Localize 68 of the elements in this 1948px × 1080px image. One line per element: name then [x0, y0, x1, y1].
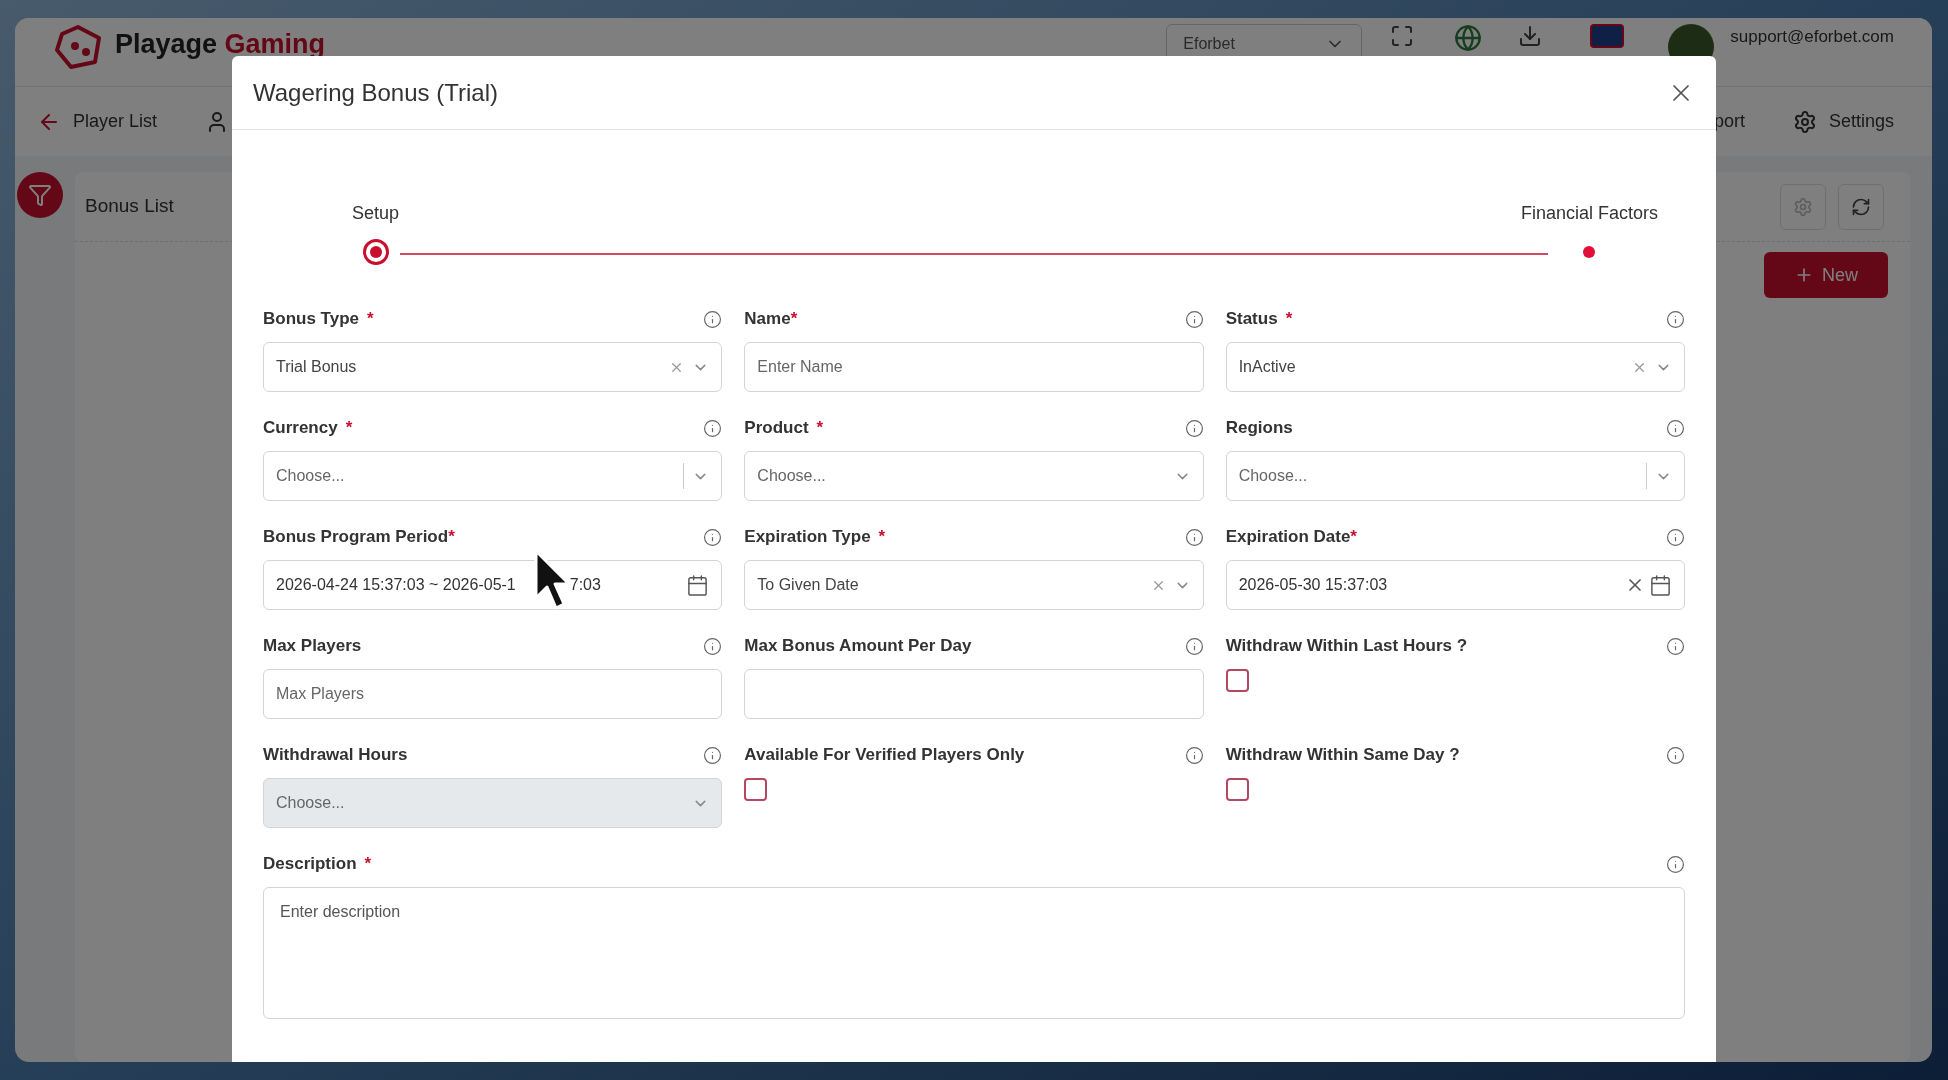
input-field[interactable]: Max Players [263, 669, 723, 719]
info-icon[interactable] [1184, 309, 1204, 329]
field-label: Expiration Date* [1225, 526, 1357, 549]
description-field[interactable]: Enter description [263, 887, 1685, 1019]
field-label: Bonus Type * [263, 308, 374, 331]
select-field[interactable]: To Given Date [744, 560, 1204, 610]
field-label: Description * [263, 853, 372, 876]
back-link[interactable]: Player List [73, 108, 158, 135]
modal-title: Wagering Bonus (Trial) [253, 77, 499, 108]
info-icon[interactable] [1666, 418, 1685, 438]
field-label: Regions [1225, 417, 1293, 440]
field-label: Expiration Type * [744, 526, 886, 549]
info-icon[interactable] [1184, 745, 1204, 765]
info-icon[interactable] [1666, 745, 1685, 765]
date-field[interactable]: 2026-05-30 15:37:03 [1225, 560, 1685, 610]
field-label: Withdraw Within Same Day ? [1225, 744, 1460, 767]
field-label: Withdraw Within Last Hours ? [1225, 635, 1468, 658]
select-field[interactable]: Choose... [263, 451, 723, 501]
info-icon[interactable] [1666, 527, 1685, 547]
fullscreen-icon[interactable] [1390, 24, 1415, 48]
dice-logo-icon [53, 24, 103, 70]
info-icon[interactable] [1666, 854, 1685, 874]
checkbox[interactable] [1225, 669, 1249, 692]
info-icon[interactable] [703, 745, 723, 765]
settings-link[interactable]: Settings [1828, 108, 1894, 135]
refresh-button[interactable] [1838, 183, 1884, 230]
select-field[interactable]: Trial Bonus [263, 342, 723, 392]
gear-icon[interactable] [1792, 109, 1817, 134]
filter-button[interactable] [17, 172, 63, 218]
info-icon[interactable] [1666, 309, 1685, 329]
input-field[interactable] [744, 669, 1204, 719]
download-icon[interactable] [1518, 24, 1543, 48]
field-label: Currency * [263, 417, 353, 440]
info-icon[interactable] [703, 309, 723, 329]
calendar-icon[interactable] [686, 573, 710, 597]
field-label: Max Players [263, 635, 362, 658]
select-field[interactable]: Choose... [1225, 451, 1685, 501]
field-label: Available For Verified Players Only [744, 744, 1025, 767]
info-icon[interactable] [703, 527, 723, 547]
field-label: Status * [1225, 308, 1293, 331]
field-label: Max Bonus Amount Per Day [744, 635, 972, 658]
checkbox[interactable] [744, 778, 768, 801]
step-label: Setup [352, 202, 400, 225]
field-label: Product * [744, 417, 824, 440]
field-label: Bonus Program Period* [263, 526, 455, 549]
user-email: support@eforbet.com [1730, 26, 1894, 48]
globe-icon[interactable] [1454, 24, 1483, 52]
select-field[interactable]: Choose... [744, 451, 1204, 501]
field-label: Name* [744, 308, 798, 331]
info-icon[interactable] [1184, 418, 1204, 438]
info-icon[interactable] [703, 418, 723, 438]
info-icon[interactable] [1666, 636, 1685, 656]
checkbox[interactable] [1225, 778, 1249, 801]
step-label: Financial Factors [1520, 202, 1658, 225]
brand-name: Playage Gaming [115, 28, 326, 61]
gear-icon [1793, 196, 1813, 217]
filter-icon [28, 183, 52, 207]
field-label: Withdrawal Hours [263, 744, 408, 767]
select-field[interactable]: InActive [1225, 342, 1685, 392]
date-field[interactable]: 2026-04-24 15:37:03 ~ 2026-05-1 7:03 [263, 560, 723, 610]
info-icon[interactable] [703, 636, 723, 656]
input-field[interactable]: Enter Name [744, 342, 1204, 392]
refresh-icon [1851, 196, 1871, 217]
new-button[interactable]: New [1764, 252, 1888, 298]
info-icon[interactable] [1184, 527, 1204, 547]
calendar-icon[interactable] [1649, 573, 1672, 597]
info-icon[interactable] [1184, 636, 1204, 656]
page-title: Bonus List [85, 194, 174, 219]
